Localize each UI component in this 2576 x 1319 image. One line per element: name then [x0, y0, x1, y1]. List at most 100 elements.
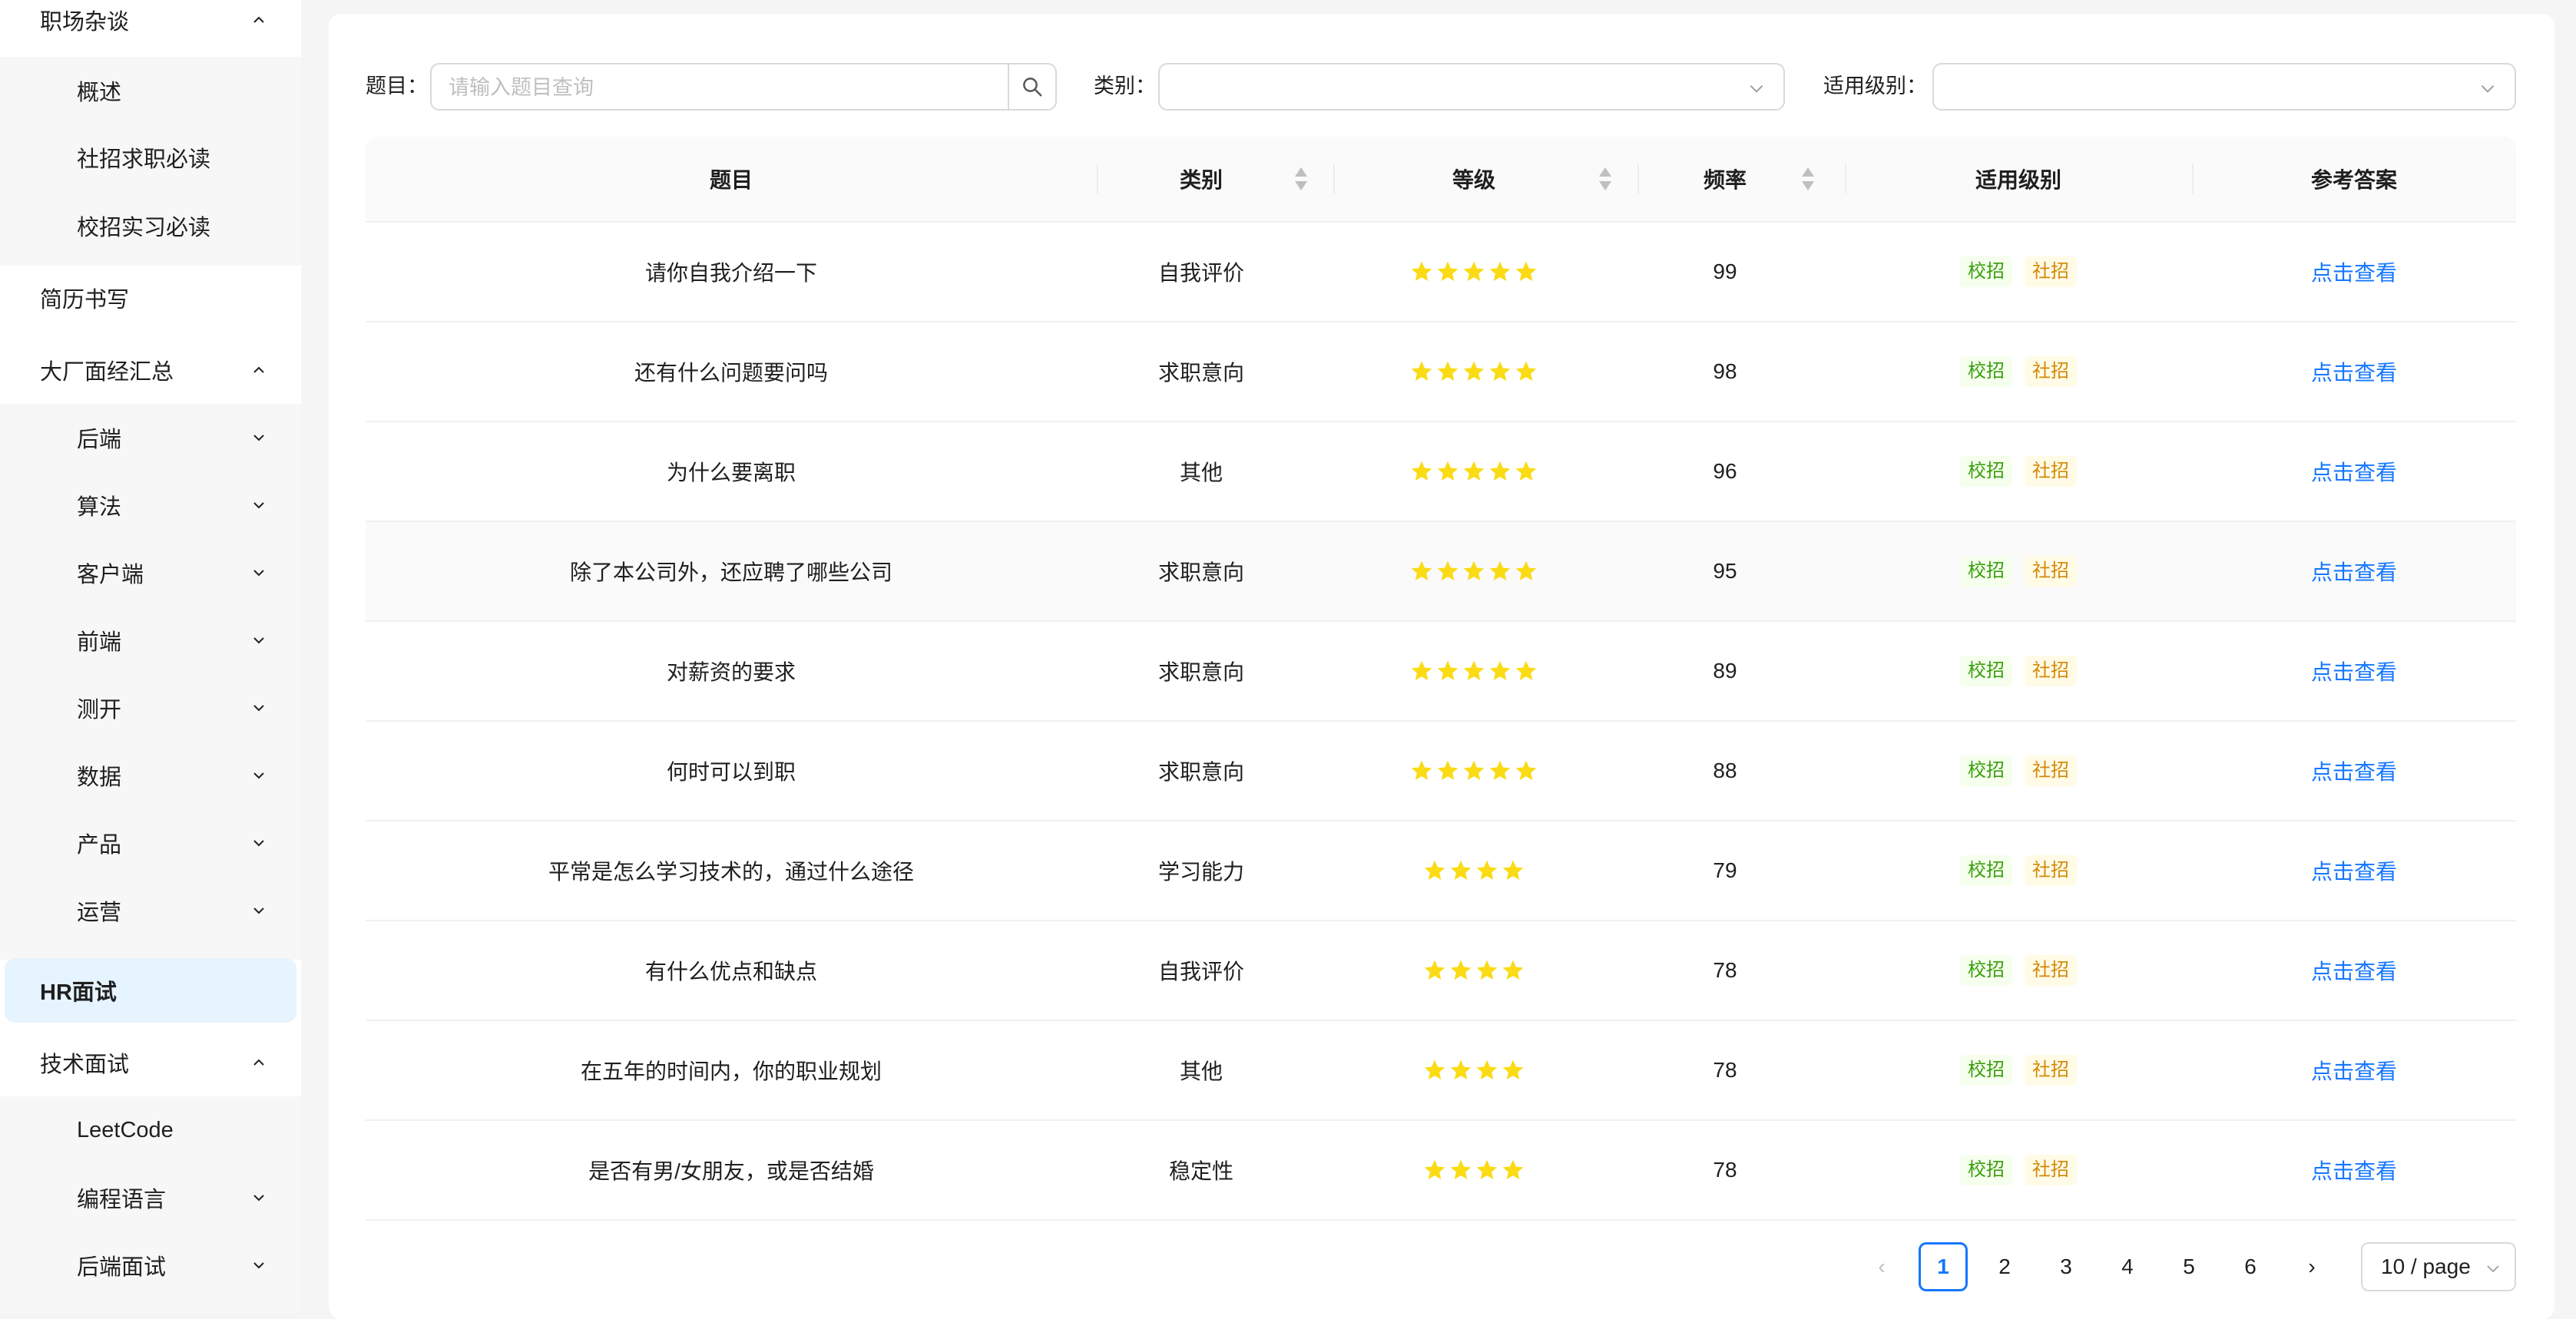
sort-icon[interactable] — [1293, 166, 1309, 192]
star-rating — [1422, 1158, 1525, 1182]
page-2-button[interactable]: 2 — [1980, 1242, 2029, 1291]
sidebar-item-15[interactable]: 技术面试 — [0, 1029, 301, 1096]
star-rating — [1409, 559, 1538, 583]
level-cell — [1333, 422, 1614, 521]
star-icon — [1437, 660, 1459, 680]
next-page-button[interactable]: › — [2287, 1242, 2336, 1291]
star-icon — [1411, 760, 1432, 780]
view-answer-link[interactable]: 点击查看 — [2311, 1055, 2397, 1086]
page-3-button[interactable]: 3 — [2041, 1242, 2091, 1291]
sidebar-item-7[interactable]: 算法 — [0, 471, 301, 539]
column-header-category[interactable]: 类别 — [1097, 137, 1306, 221]
sidebar-item-9[interactable]: 前端 — [0, 607, 301, 674]
column-header-label: 等级 — [1452, 168, 1495, 192]
column-header-level[interactable]: 等级 — [1333, 137, 1614, 221]
sidebar-item-16[interactable]: LeetCode — [0, 1096, 301, 1164]
page-6-button[interactable]: 6 — [2226, 1242, 2275, 1291]
social-tag: 社招 — [2025, 955, 2077, 986]
column-header-question: 题目 — [709, 168, 753, 192]
page-5-button[interactable]: 5 — [2164, 1242, 2213, 1291]
column-header-label: 类别 — [1179, 168, 1223, 192]
question-cell: 除了本公司外，还应聘了哪些公司 — [569, 560, 892, 584]
sidebar-item-13[interactable]: 运营 — [0, 877, 301, 944]
social-tag: 社招 — [2025, 456, 2077, 487]
table-row: 为什么要离职 其他 96 校招 社招 点击查看 — [366, 422, 2516, 522]
sidebar-item-10[interactable]: 测开 — [0, 674, 301, 742]
sidebar-item-6[interactable]: 后端 — [0, 404, 301, 471]
applicable-level-cell: 校招 社招 — [1845, 322, 2192, 421]
category-cell: 求职意向 — [1157, 760, 1244, 784]
view-answer-link[interactable]: 点击查看 — [2311, 855, 2397, 886]
page-size-select[interactable]: 10 / page — [2361, 1242, 2516, 1291]
question-cell: 在五年的时间内，你的职业规划 — [580, 1059, 882, 1083]
view-answer-link[interactable]: 点击查看 — [2311, 556, 2397, 587]
sidebar-item-label: 校招实习必读 — [77, 216, 211, 240]
view-answer-link[interactable]: 点击查看 — [2311, 656, 2397, 686]
sidebar-item-2[interactable]: 社招求职必读 — [0, 124, 301, 191]
social-tag: 社招 — [2025, 256, 2077, 287]
frequency-cell: 88 — [1713, 759, 1737, 782]
sidebar-item-1[interactable]: 概述 — [0, 57, 301, 124]
category-cell: 求职意向 — [1157, 560, 1244, 584]
social-tag: 社招 — [2025, 855, 2077, 886]
sidebar-item-11[interactable]: 数据 — [0, 742, 301, 809]
level-select[interactable] — [1932, 63, 2516, 111]
view-answer-link[interactable]: 点击查看 — [2311, 456, 2397, 487]
view-answer-link[interactable]: 点击查看 — [2311, 256, 2397, 287]
sidebar-item-8[interactable]: 客户端 — [0, 539, 301, 607]
question-cell: 对薪资的要求 — [666, 660, 796, 684]
sidebar-item-3[interactable]: 校招实习必读 — [0, 192, 301, 260]
view-answer-link[interactable]: 点击查看 — [2311, 755, 2397, 786]
star-icon — [1411, 361, 1432, 381]
campus-tag: 校招 — [1960, 656, 2012, 686]
sort-icon[interactable] — [1800, 166, 1816, 192]
sidebar-item-4[interactable]: 简历书写 — [0, 260, 301, 336]
sidebar-item-5[interactable]: 大厂面经汇总 — [0, 336, 301, 404]
frequency-cell: 96 — [1713, 459, 1737, 483]
column-header-answer: 参考答案 — [2310, 168, 2397, 192]
view-answer-link[interactable]: 点击查看 — [2311, 356, 2397, 387]
page-1-button[interactable]: 1 — [1919, 1242, 1968, 1291]
chevron-up-icon — [249, 1053, 269, 1073]
answer-cell: 点击查看 — [2192, 223, 2516, 321]
column-header-frequency[interactable]: 频率 — [1637, 137, 1813, 221]
question-cell: 为什么要离职 — [666, 461, 796, 484]
sidebar-item-12[interactable]: 产品 — [0, 809, 301, 877]
star-icon — [1437, 261, 1459, 281]
view-answer-link[interactable]: 点击查看 — [2311, 955, 2397, 986]
campus-tag: 校招 — [1960, 1155, 2012, 1185]
social-tag: 社招 — [2025, 1055, 2077, 1086]
table-row: 平常是怎么学习技术的，通过什么途径 学习能力 79 校招 社招 点击查看 — [366, 821, 2516, 921]
star-icon — [1437, 760, 1459, 780]
search-button[interactable] — [1008, 64, 1055, 109]
star-icon — [1411, 261, 1432, 281]
sort-icon[interactable] — [1598, 166, 1613, 192]
question-search-input[interactable] — [432, 64, 1018, 111]
sidebar: 职场杂谈概述 社招求职必读校招实习必读简历书写 大厂面经汇总 后端 算法 客户端 前端 测开数… — [0, 0, 301, 1313]
question-cell: 何时可以到职 — [666, 760, 796, 784]
star-icon — [1463, 560, 1485, 580]
answer-cell: 点击查看 — [2192, 722, 2516, 820]
campus-tag: 校招 — [1960, 556, 2012, 587]
question-cell: 是否有男/女朋友，或是否结婚 — [588, 1159, 874, 1183]
page-4-button[interactable]: 4 — [2103, 1242, 2152, 1291]
question-cell: 还有什么问题要问吗 — [634, 361, 828, 385]
frequency-cell: 99 — [1713, 260, 1737, 283]
star-icon — [1489, 760, 1511, 780]
star-icon — [1476, 960, 1498, 980]
category-cell: 求职意向 — [1157, 660, 1244, 684]
table-row: 对薪资的要求 求职意向 89 校招 社招 点击查看 — [366, 622, 2516, 722]
answer-cell: 点击查看 — [2192, 522, 2516, 620]
category-select[interactable] — [1158, 63, 1785, 111]
view-answer-link[interactable]: 点击查看 — [2311, 1155, 2397, 1185]
question-cell: 请你自我介绍一下 — [644, 261, 817, 285]
table-row: 是否有男/女朋友，或是否结婚 稳定性 78 校招 社招 点击查看 — [366, 1121, 2516, 1221]
sidebar-item-0[interactable]: 职场杂谈 — [0, 0, 301, 43]
sidebar-item-14[interactable]: HR面试 — [5, 958, 296, 1023]
sidebar-item-17[interactable]: 编程语言 — [0, 1164, 301, 1231]
applicable-level-cell: 校招 社招 — [1845, 422, 2192, 521]
star-icon — [1437, 361, 1459, 381]
prev-page-button[interactable]: ‹ — [1857, 1242, 1906, 1291]
star-icon — [1476, 1159, 1498, 1179]
star-icon — [1463, 261, 1485, 281]
